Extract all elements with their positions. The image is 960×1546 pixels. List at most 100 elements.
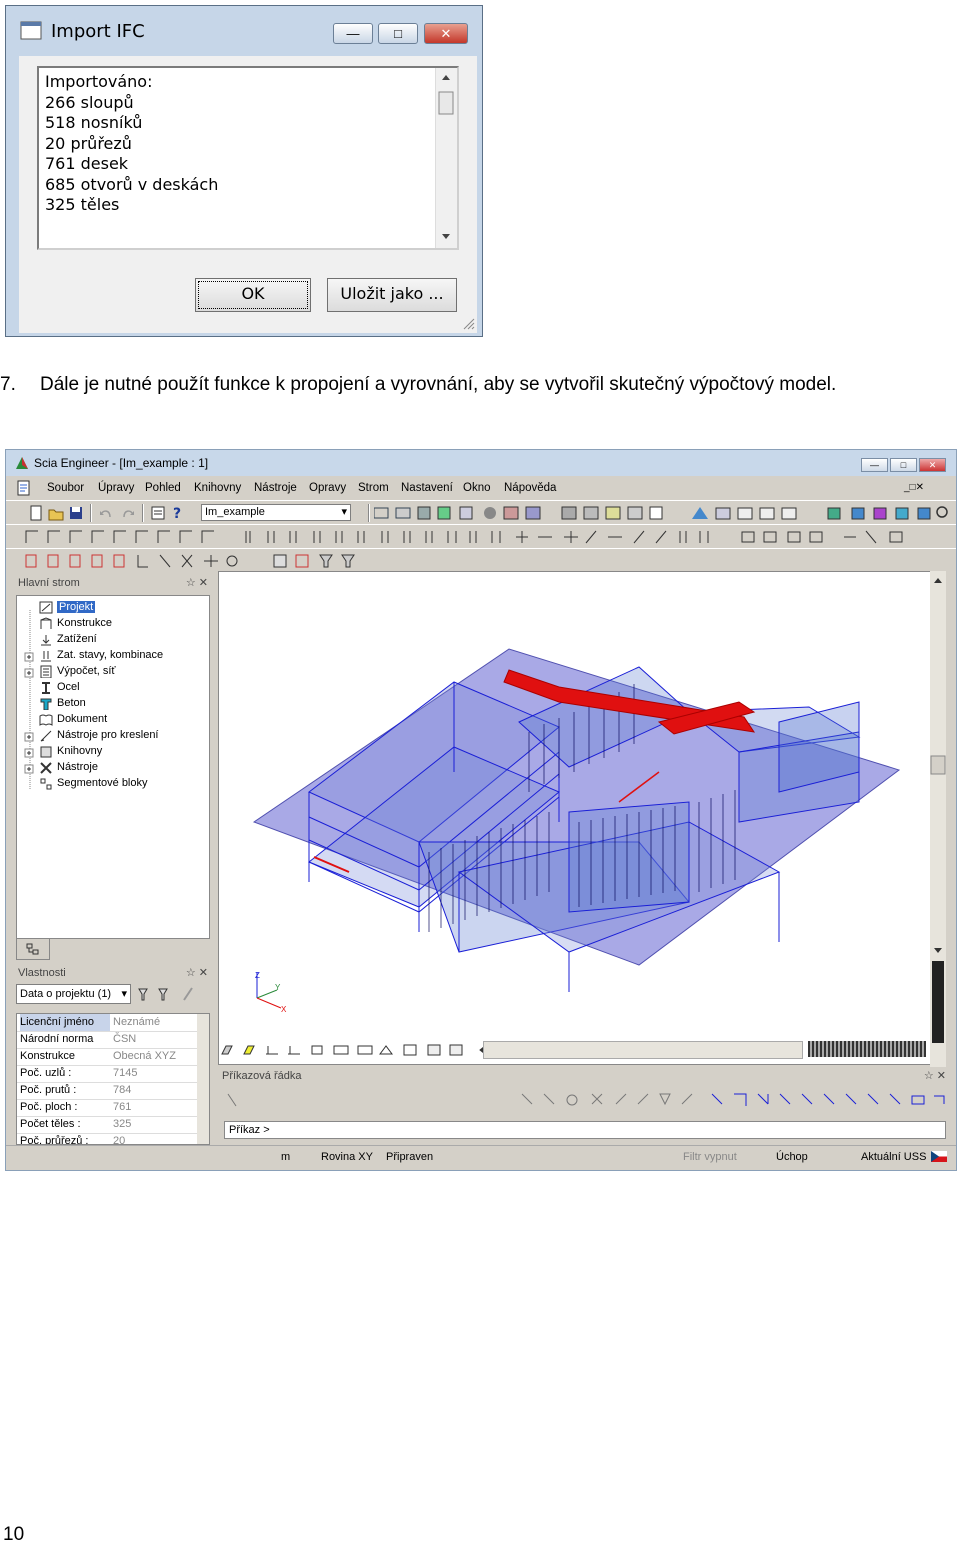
menu-strom[interactable]: Strom (358, 482, 389, 494)
props-pin-close[interactable]: ☆ ✕ (186, 964, 208, 982)
prop-row[interactable]: Poč. ploch :761 (17, 1099, 197, 1117)
czech-flag-icon (931, 1151, 947, 1162)
props-pane-title: Vlastnosti (18, 967, 66, 979)
scia-engineer-window: Scia Engineer - [Im_example : 1] — □ ✕ S… (5, 449, 957, 1171)
svg-text:X: X (281, 1005, 287, 1013)
new-file-icon[interactable] (28, 505, 44, 521)
pane-pin-close[interactable]: ☆ ✕ (186, 574, 208, 592)
prop-row[interactable]: Licenční jméno Neznámé (17, 1014, 197, 1032)
tree-item-nastroje[interactable]: Nástroje (39, 760, 98, 775)
redo-icon[interactable] (120, 505, 136, 521)
list-line: 518 nosníků (45, 113, 143, 132)
props-object-combo[interactable]: Data o projektu (1) ▾ (16, 984, 131, 1004)
app-maximize-button[interactable]: □ (890, 458, 917, 472)
status-plane[interactable]: Rovina XY (321, 1151, 373, 1163)
menu-opravy[interactable]: Opravy (309, 482, 346, 494)
close-button[interactable]: ✕ (424, 23, 468, 44)
open-folder-icon[interactable] (48, 505, 64, 521)
prop-row[interactable]: Počet těles :325 (17, 1116, 197, 1134)
menu-okno[interactable]: Okno (463, 482, 491, 494)
tree-item-kombinace[interactable]: Zat. stavy, kombinace (39, 648, 163, 663)
project-combo[interactable]: Im_example ▾ (201, 504, 351, 521)
list-line: 266 sloupů (45, 92, 134, 112)
view-hscrollbar[interactable] (483, 1041, 803, 1059)
status-uss[interactable]: Aktuální USS (861, 1151, 926, 1163)
maximize-button[interactable]: □ (378, 23, 418, 44)
toolbar-edit-icons[interactable] (24, 553, 384, 569)
menu-upravy[interactable]: Úpravy (98, 482, 134, 494)
prop-row[interactable]: Poč. uzlů :7145 (17, 1065, 197, 1083)
prop-row[interactable]: Poč. průřezů :20 (17, 1133, 197, 1144)
tree-item-projekt[interactable]: Projekt (39, 600, 96, 615)
menu-nastaveni[interactable]: Nastavení (401, 482, 453, 494)
app-window-icon (20, 21, 42, 40)
tree-item-zatizeni[interactable]: Zatížení (39, 632, 97, 647)
viewport-vscrollbar[interactable] (930, 571, 946, 1078)
command-toolbar-icons[interactable] (224, 1090, 946, 1112)
list-scrollbar[interactable] (435, 68, 457, 248)
save-icon[interactable] (68, 505, 84, 521)
menu-napoveda[interactable]: Nápověda (504, 482, 556, 494)
tree-tab[interactable] (16, 939, 50, 960)
tree-item-beton[interactable]: Beton (39, 696, 86, 711)
scia-logo-icon (16, 457, 28, 469)
ok-button[interactable]: OK (195, 278, 311, 312)
menu-knihovny[interactable]: Knihovny (194, 482, 241, 494)
tree-expanders[interactable] (23, 602, 37, 792)
tree-item-segmentove-bloky[interactable]: Segmentové bloky (39, 776, 148, 791)
drawing-tools-icon (40, 730, 52, 742)
toolbar-standard: ? Im_example ▾ (6, 500, 956, 525)
toolbar-edit (6, 548, 956, 573)
toolbar-structure-icons[interactable] (24, 529, 924, 545)
vscroll-arrows-icon (930, 578, 946, 1043)
props-action-icons[interactable] (136, 986, 208, 1002)
prop-row[interactable]: Národní norma ČSN (17, 1031, 197, 1049)
tree-item-ocel[interactable]: Ocel (39, 680, 80, 695)
svg-text:Y: Y (275, 983, 281, 992)
command-input[interactable]: Příkaz > (224, 1121, 946, 1139)
tree-item-konstrukce[interactable]: Konstrukce (39, 616, 112, 631)
menu-soubor[interactable]: Soubor (47, 482, 84, 494)
view-toolbar-icons[interactable] (220, 1042, 500, 1058)
document-book-icon (39, 714, 53, 726)
prop-row[interactable]: Konstrukce Obecná XYZ (17, 1048, 197, 1066)
tree-pane-header: Hlavní strom ☆ ✕ (14, 574, 212, 592)
mdi-controls[interactable]: _□✕ (904, 482, 924, 493)
svg-text:?: ? (173, 506, 181, 521)
load-cases-icon (41, 650, 51, 662)
tree-item-nastroje-kresleni[interactable]: Nástroje pro kreslení (39, 728, 159, 743)
cmd-pin-close[interactable]: ☆ ✕ (924, 1067, 946, 1085)
resize-grip-icon[interactable] (461, 316, 475, 330)
minimize-button[interactable]: — (333, 23, 373, 44)
tree-pane-title: Hlavní strom (18, 577, 80, 589)
app-close-button[interactable]: ✕ (919, 458, 946, 472)
props-pane-header: Vlastnosti ☆ ✕ (14, 964, 212, 982)
axis-gizmo: Z Y X (255, 971, 287, 1013)
view-progress-area (808, 1041, 926, 1057)
toolbar-tool-icons[interactable] (374, 505, 952, 521)
tree-item-vypocet[interactable]: Výpočet, síť (39, 664, 116, 679)
svg-text:Z: Z (255, 971, 260, 980)
help-icon[interactable]: ? (170, 505, 186, 521)
cmd-pane-title: Příkazová řádka (222, 1070, 302, 1082)
tree-item-knihovny[interactable]: Knihovny (39, 744, 102, 759)
props-scrollbar[interactable] (197, 1014, 209, 1144)
scroll-arrows-icon (438, 75, 454, 239)
prop-row[interactable]: Poč. prutů :784 (17, 1082, 197, 1100)
properties-window-icon[interactable] (150, 505, 166, 521)
dialog-body: Importováno: 266 sloupů 518 nosníků 20 p… (19, 56, 477, 333)
model-viewport[interactable] (218, 571, 946, 1065)
tree-item-dokument[interactable]: Dokument (39, 712, 107, 727)
undo-icon[interactable] (98, 505, 114, 521)
calculation-icon (40, 665, 52, 678)
menu-pohled[interactable]: Pohled (145, 482, 181, 494)
save-as-button[interactable]: Uložit jako ... (327, 278, 457, 312)
status-filter[interactable]: Filtr vypnut (683, 1151, 737, 1163)
library-icon (40, 746, 52, 758)
import-result-list[interactable]: Importováno: 266 sloupů 518 nosníků 20 p… (37, 66, 459, 250)
list-line: 325 těles (45, 195, 120, 214)
app-minimize-button[interactable]: — (861, 458, 888, 472)
menu-nastroje[interactable]: Nástroje (254, 482, 297, 494)
import-ifc-dialog: Import IFC — □ ✕ Importováno: 266 sloupů… (5, 5, 483, 337)
status-snap[interactable]: Úchop (776, 1151, 808, 1163)
